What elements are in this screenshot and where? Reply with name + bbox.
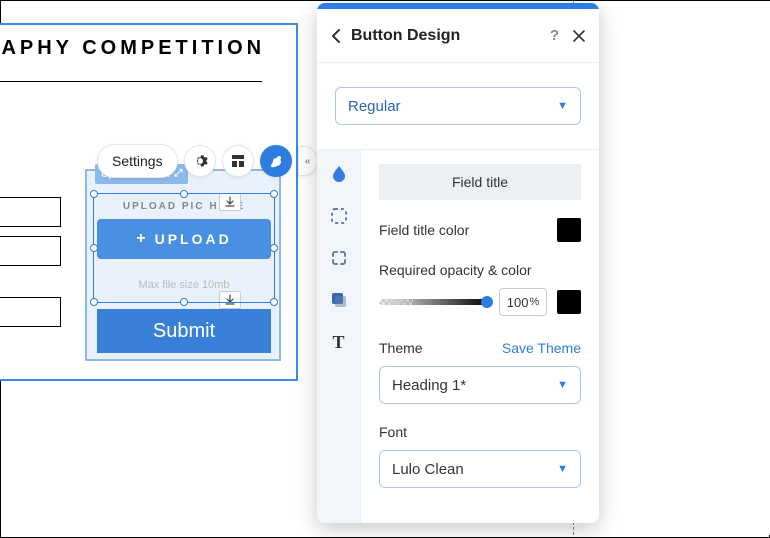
font-label: Font: [379, 424, 581, 440]
required-opacity-label: Required opacity & color: [379, 262, 581, 278]
style-select-value: Regular: [348, 98, 401, 115]
resize-handle-bl[interactable]: [90, 298, 98, 306]
horizontal-rule: [0, 81, 262, 82]
settings-button-label: Settings: [112, 153, 163, 169]
corners-tab-icon[interactable]: [329, 248, 349, 268]
chevron-down-icon: ▼: [557, 463, 568, 475]
fill-tab-icon[interactable]: [329, 164, 349, 184]
gear-icon[interactable]: [184, 145, 216, 177]
chevron-down-icon: ▼: [557, 379, 568, 391]
field-title-color-swatch[interactable]: [557, 218, 581, 242]
font-select[interactable]: Lulo Clean ▼: [379, 450, 581, 488]
save-theme-link[interactable]: Save Theme: [502, 340, 581, 356]
page-title-text: RAPHY COMPETITION: [0, 37, 296, 60]
panel-title: Button Design: [351, 27, 460, 45]
opacity-value: 100: [507, 295, 529, 310]
theme-label: Theme: [379, 340, 423, 356]
layout-icon[interactable]: [222, 145, 254, 177]
help-icon[interactable]: ?: [550, 27, 559, 44]
transparency-pattern: [379, 299, 413, 305]
selection-frame[interactable]: [93, 193, 275, 303]
input-box-1[interactable]: [0, 197, 61, 227]
toolbar-more-icon[interactable]: «: [298, 146, 318, 176]
resize-handle-tc[interactable]: [180, 190, 188, 198]
panel-body: T Field title Field title color Required…: [317, 150, 599, 523]
resize-handle-lc[interactable]: [90, 244, 98, 252]
panel-header: Button Design ?: [317, 9, 599, 63]
close-icon[interactable]: [573, 30, 585, 42]
required-opacity-row: Required opacity & color 100 %: [379, 262, 581, 316]
font-select-value: Lulo Clean: [392, 461, 464, 478]
settings-button[interactable]: Settings: [97, 144, 178, 178]
theme-select-value: Heading 1*: [392, 377, 466, 394]
submit-button[interactable]: Submit: [97, 309, 271, 353]
chevron-down-icon: ▼: [557, 100, 568, 112]
resize-handle-tl[interactable]: [90, 190, 98, 198]
input-box-3[interactable]: [0, 297, 61, 327]
field-title-color-row: Field title color: [379, 218, 581, 242]
panel-sidebar: T: [317, 150, 361, 523]
back-icon[interactable]: [331, 29, 341, 43]
section-header: Field title: [379, 164, 581, 200]
opacity-input[interactable]: 100 %: [499, 288, 547, 316]
required-color-swatch[interactable]: [557, 290, 581, 314]
submit-button-label: Submit: [153, 320, 215, 343]
resize-handle-rc[interactable]: [270, 244, 278, 252]
panel-content: Field title Field title color Required o…: [361, 150, 599, 523]
theme-select[interactable]: Heading 1* ▼: [379, 366, 581, 404]
resize-handle-tr[interactable]: [270, 190, 278, 198]
paint-icon[interactable]: [260, 145, 292, 177]
design-panel: Button Design ? Regular ▼ T: [317, 3, 599, 523]
element-toolbar: Settings «: [97, 142, 318, 180]
input-box-2[interactable]: [0, 236, 61, 266]
opacity-slider[interactable]: [379, 299, 489, 305]
opacity-suffix: %: [529, 296, 539, 308]
text-tab-icon[interactable]: T: [329, 332, 349, 352]
resize-handle-br[interactable]: [270, 298, 278, 306]
slider-thumb[interactable]: [481, 296, 493, 308]
field-title-color-label: Field title color: [379, 222, 469, 238]
border-tab-icon[interactable]: [329, 206, 349, 226]
shadow-tab-icon[interactable]: [329, 290, 349, 310]
style-select[interactable]: Regular ▼: [335, 87, 581, 125]
resize-handle-bc[interactable]: [180, 298, 188, 306]
